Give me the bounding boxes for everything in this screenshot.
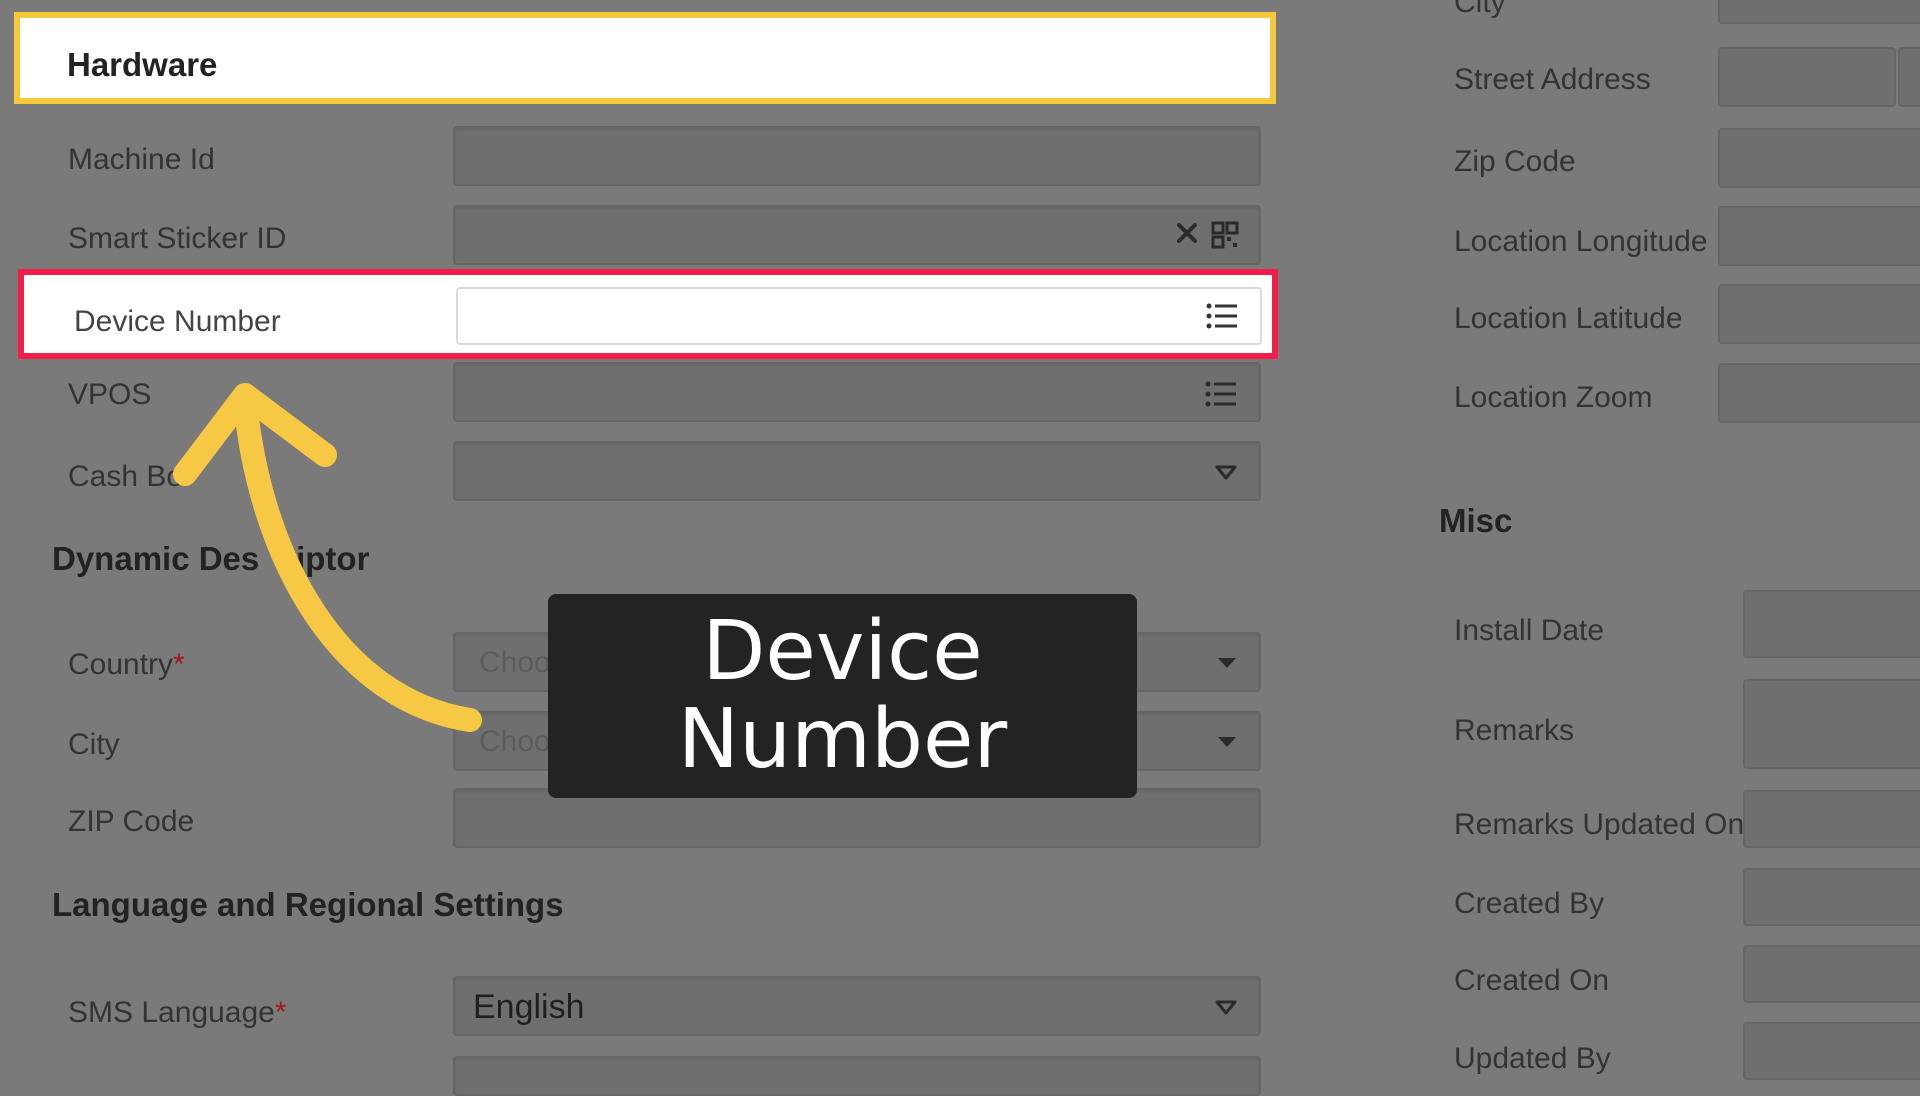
callout-text: Device Number: [677, 604, 1008, 787]
annotation-arrow: [173, 383, 482, 732]
device-number-callout: Device Number: [548, 594, 1137, 798]
